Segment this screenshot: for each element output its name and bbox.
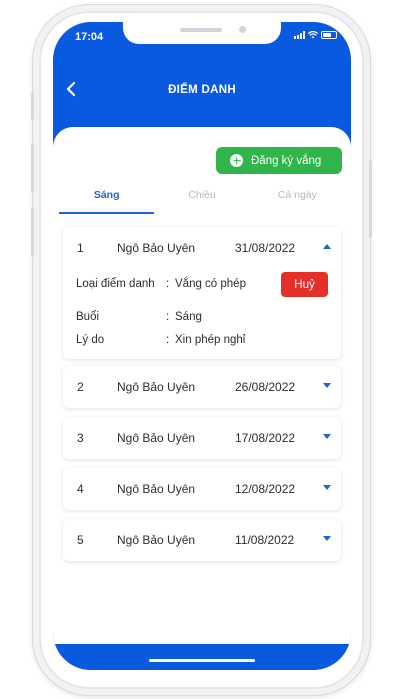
separator: : xyxy=(166,278,170,290)
register-absence-button[interactable]: Đăng ký vắng xyxy=(216,147,342,174)
attendance-type-label: Loại điểm danh xyxy=(76,278,155,290)
register-absence-label: Đăng ký vắng xyxy=(251,154,322,167)
record-number: 3 xyxy=(77,431,84,445)
student-name: Ngô Bảo Uyên xyxy=(117,482,196,496)
attendance-card[interactable]: 5 Ngô Bảo Uyên 11/08/2022 xyxy=(63,519,341,561)
page-title: ĐIỂM DANH xyxy=(168,84,236,96)
attendance-row[interactable]: 5 Ngô Bảo Uyên 11/08/2022 xyxy=(63,519,341,561)
battery-icon xyxy=(321,31,337,39)
notch xyxy=(123,22,281,44)
status-icons xyxy=(294,31,337,39)
attendance-card[interactable]: 4 Ngô Bảo Uyên 12/08/2022 xyxy=(63,468,341,510)
speaker xyxy=(180,28,222,32)
record-date: 26/08/2022 xyxy=(235,380,296,394)
caret-down-icon[interactable] xyxy=(323,536,331,541)
caret-down-icon[interactable] xyxy=(323,485,331,490)
session-value: Sáng xyxy=(175,311,202,323)
student-name: Ngô Bảo Uyên xyxy=(117,380,196,394)
tab-afternoon[interactable]: Chiều xyxy=(154,184,249,214)
caret-down-icon[interactable] xyxy=(323,434,331,439)
student-name: Ngô Bảo Uyên xyxy=(117,241,196,255)
home-indicator[interactable] xyxy=(149,659,255,662)
reason-label: Lý do xyxy=(76,334,105,346)
record-number: 2 xyxy=(77,380,84,394)
tab-morning[interactable]: Sáng xyxy=(59,184,155,214)
attendance-row[interactable]: 1 Ngô Bảo Uyên 31/08/2022 xyxy=(63,227,341,269)
separator: : xyxy=(166,311,170,323)
signal-icon xyxy=(294,31,305,39)
record-date: 31/08/2022 xyxy=(235,241,296,255)
attendance-row[interactable]: 2 Ngô Bảo Uyên 26/08/2022 xyxy=(63,366,341,408)
tab-full-day[interactable]: Cả ngày xyxy=(250,184,345,214)
record-date: 12/08/2022 xyxy=(235,482,296,496)
volume-down-button xyxy=(31,207,34,257)
session-label: Buổi xyxy=(76,311,100,323)
content-panel: Đăng ký vắng Sáng Chiều Cả ngày 1 Ngô Bả… xyxy=(53,127,351,644)
mute-switch xyxy=(31,92,34,120)
separator: : xyxy=(166,334,170,346)
attendance-card[interactable]: 3 Ngô Bảo Uyên 17/08/2022 xyxy=(63,417,341,459)
attendance-detail: Loại điểm danh : Vắng có phép Huỷ Buổi :… xyxy=(63,269,341,359)
attendance-type-value: Vắng có phép xyxy=(175,278,246,290)
session-tabs: Sáng Chiều Cả ngày xyxy=(59,184,345,214)
record-number: 4 xyxy=(77,482,84,496)
front-camera xyxy=(239,26,246,33)
attendance-card[interactable]: 2 Ngô Bảo Uyên 26/08/2022 xyxy=(63,366,341,408)
plus-circle-icon xyxy=(230,154,243,167)
bottom-bar xyxy=(53,644,351,670)
status-time: 17:04 xyxy=(75,31,104,43)
record-date: 11/08/2022 xyxy=(235,533,295,547)
cancel-button[interactable]: Huỷ xyxy=(281,272,328,297)
record-date: 17/08/2022 xyxy=(235,431,296,445)
power-button xyxy=(369,160,372,238)
reason-value: Xin phép nghỉ xyxy=(175,334,246,346)
attendance-card[interactable]: 1 Ngô Bảo Uyên 31/08/2022 Loại điểm danh… xyxy=(63,227,341,359)
wifi-icon xyxy=(308,31,318,39)
caret-up-icon[interactable] xyxy=(323,244,331,249)
student-name: Ngô Bảo Uyên xyxy=(117,431,196,445)
record-number: 1 xyxy=(77,241,84,255)
record-number: 5 xyxy=(77,533,84,547)
student-name: Ngô Bảo Uyên xyxy=(117,533,196,547)
attendance-row[interactable]: 4 Ngô Bảo Uyên 12/08/2022 xyxy=(63,468,341,510)
caret-down-icon[interactable] xyxy=(323,383,331,388)
app-screen: 17:04 ĐIỂM DANH Đăng ký vắng Sáng Chiều … xyxy=(53,22,351,670)
volume-up-button xyxy=(31,143,34,193)
attendance-row[interactable]: 3 Ngô Bảo Uyên 17/08/2022 xyxy=(63,417,341,459)
